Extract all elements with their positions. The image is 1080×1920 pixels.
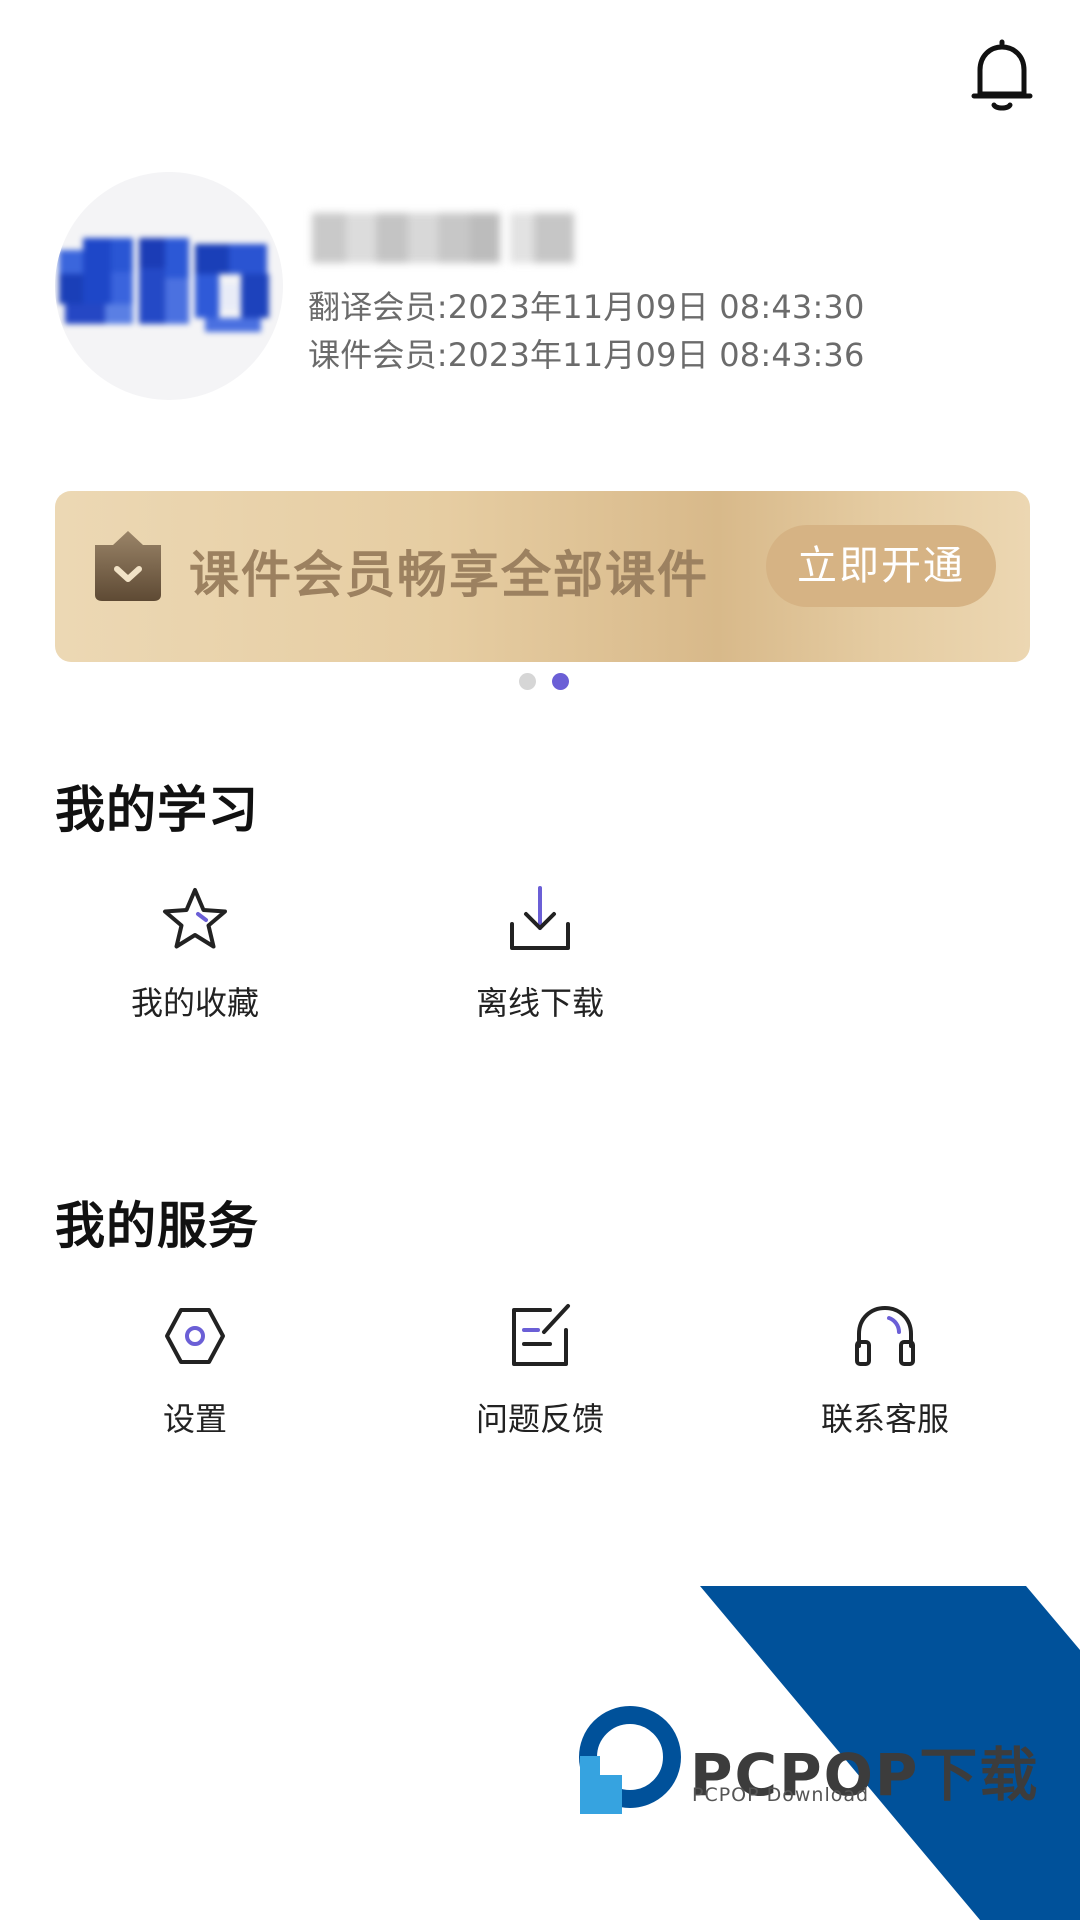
favorites-label: 我的收藏 bbox=[130, 984, 259, 1022]
customer-service-label: 联系客服 bbox=[820, 1400, 949, 1438]
username-redacted bbox=[312, 213, 574, 263]
watermark-subtitle: PCPOP Download bbox=[692, 1784, 870, 1806]
carousel-dot-1[interactable] bbox=[519, 673, 536, 690]
feedback-button[interactable]: 问题反馈 bbox=[420, 1300, 660, 1460]
download-icon bbox=[510, 886, 570, 950]
feedback-label: 问题反馈 bbox=[475, 1400, 604, 1438]
headset-icon bbox=[855, 1305, 915, 1366]
watermark-brand: PCPOP下载 bbox=[690, 1741, 1040, 1809]
bell-icon bbox=[971, 39, 1033, 111]
banner-text: 课件会员畅享全部课件 bbox=[189, 546, 709, 604]
course-membership-expiry: 课件会员:2023年11月09日 08:43:36 bbox=[308, 336, 865, 374]
activate-now-button[interactable]: 立即开通 bbox=[766, 525, 996, 607]
notification-bell-icon[interactable] bbox=[970, 38, 1034, 112]
translation-membership-expiry: 翻译会员:2023年11月09日 08:43:30 bbox=[308, 288, 865, 326]
feedback-icon bbox=[512, 1304, 570, 1366]
offline-download-button[interactable]: 离线下载 bbox=[420, 884, 660, 1044]
settings-icon bbox=[165, 1308, 225, 1364]
section-title-my-learning: 我的学习 bbox=[55, 781, 259, 839]
avatar-pixelated-image bbox=[59, 238, 269, 332]
carousel-dot-2-active[interactable] bbox=[552, 673, 569, 690]
settings-label: 设置 bbox=[162, 1400, 227, 1438]
section-title-my-services: 我的服务 bbox=[55, 1197, 259, 1255]
favorites-button[interactable]: 我的收藏 bbox=[75, 884, 315, 1044]
shield-check-icon bbox=[95, 531, 161, 601]
offline-download-label: 离线下载 bbox=[475, 984, 604, 1022]
settings-button[interactable]: 设置 bbox=[75, 1300, 315, 1460]
star-icon bbox=[163, 888, 227, 949]
customer-service-button[interactable]: 联系客服 bbox=[765, 1300, 1005, 1460]
avatar[interactable] bbox=[55, 172, 283, 400]
membership-promo-banner[interactable]: 课件会员畅享全部课件 立即开通 bbox=[55, 491, 1030, 662]
